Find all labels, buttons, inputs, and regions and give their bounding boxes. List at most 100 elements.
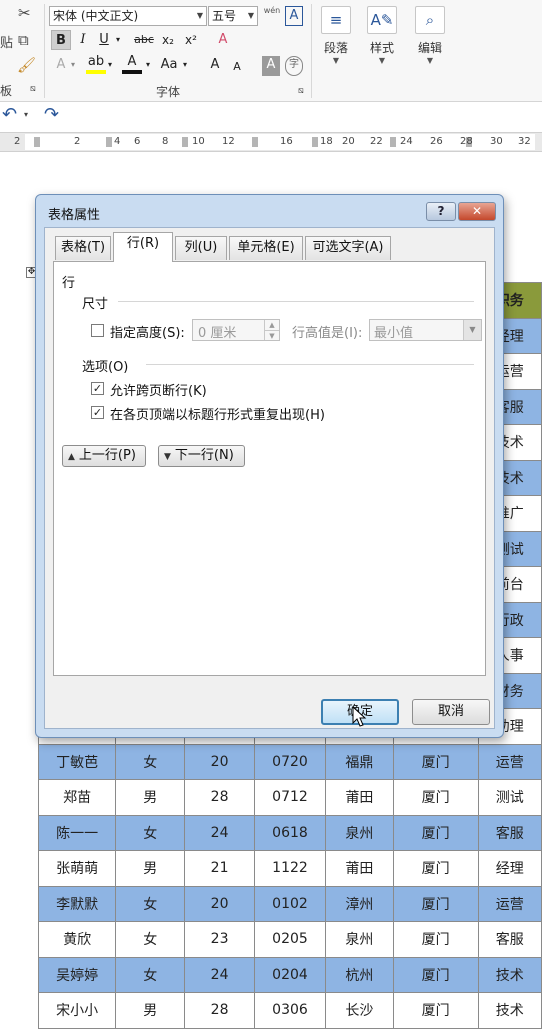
table-cell[interactable]: 0720 [253,743,327,780]
bold-button[interactable]: B [51,30,71,50]
table-cell[interactable]: 女 [115,956,186,993]
table-cell[interactable]: 20 [184,743,255,780]
ruler-column-marker[interactable] [390,137,396,147]
table-cell[interactable]: 0102 [253,885,327,922]
strikethrough-button[interactable]: abc [133,30,155,50]
chevron-down-icon[interactable]: ▾ [143,55,153,75]
table-cell[interactable]: 技术 [477,956,542,993]
chevron-down-icon[interactable]: ▾ [24,110,28,119]
font-name-combo[interactable]: 宋体 (中文正文) ▼ [49,6,207,26]
table-cell[interactable]: 厦门 [392,743,479,780]
table-cell[interactable]: 21 [184,850,255,887]
ruler-column-marker[interactable] [312,137,318,147]
row-height-spinner[interactable]: 0 厘米 ▲ ▼ [192,319,280,341]
font-color-button[interactable]: A [122,54,142,74]
paste-label[interactable]: 贴 [0,32,13,51]
tab-alt-text[interactable]: 可选文字(A) [305,236,391,260]
allow-row-break-label[interactable]: 允许跨页断行(K) [110,380,207,399]
previous-row-button[interactable]: ▲ 上一行(P) [62,445,146,467]
table-cell[interactable]: 女 [115,921,186,958]
table-cell[interactable]: 厦门 [392,992,479,1029]
table-cell[interactable]: 长沙 [325,992,394,1029]
help-button[interactable]: ? [426,202,456,221]
table-cell[interactable]: 28 [184,992,255,1029]
tab-column[interactable]: 列(U) [175,236,227,260]
table-cell[interactable]: 厦门 [392,779,479,816]
tab-row[interactable]: 行(R) [113,232,173,262]
ruler-column-marker[interactable] [106,137,112,147]
table-cell[interactable]: 0306 [253,992,327,1029]
table-cell[interactable]: 黄欣 [37,921,117,958]
styles-button[interactable]: A✎ 样式 ▼ [362,6,402,65]
chevron-down-icon[interactable]: ▾ [113,30,123,50]
highlight-button[interactable]: ab [86,54,106,74]
tab-cell[interactable]: 单元格(E) [229,236,303,260]
table-cell[interactable]: 24 [184,814,255,851]
copy-icon[interactable]: ⧉ [18,31,29,49]
chevron-down-icon[interactable]: ▾ [105,55,115,75]
dialog-launcher-icon[interactable]: ⧅ [298,86,304,96]
table-cell[interactable]: 厦门 [392,921,479,958]
table-cell[interactable]: 厦门 [392,850,479,887]
table-cell[interactable]: 男 [115,992,186,1029]
ruler-column-marker[interactable] [182,137,188,147]
repeat-header-label[interactable]: 在各页顶端以标题行形式重复出现(H) [110,404,325,423]
table-cell[interactable]: 李默默 [37,885,117,922]
underline-button[interactable]: U [95,30,113,50]
table-cell[interactable]: 泉州 [325,814,394,851]
table-cell[interactable]: 运营 [477,885,542,922]
table-cell[interactable]: 1122 [253,850,327,887]
grow-font-button[interactable]: A [206,55,224,75]
table-cell[interactable]: 郑苗 [37,779,117,816]
table-cell[interactable]: 丁敏芭 [37,743,117,780]
table-cell[interactable]: 女 [115,814,186,851]
chevron-down-icon[interactable]: ▾ [68,55,78,75]
spin-up-icon[interactable]: ▲ [264,320,279,330]
table-cell[interactable]: 厦门 [392,814,479,851]
table-cell[interactable]: 0204 [253,956,327,993]
ruler-column-marker[interactable] [34,137,40,147]
table-cell[interactable]: 厦门 [392,956,479,993]
specify-height-checkbox[interactable] [91,324,104,337]
table-cell[interactable]: 客服 [477,921,542,958]
paragraph-button[interactable]: ≡ 段落 ▼ [316,6,356,65]
table-cell[interactable]: 24 [184,956,255,993]
table-cell[interactable]: 泉州 [325,921,394,958]
subscript-button[interactable]: x₂ [158,30,178,50]
table-cell[interactable]: 23 [184,921,255,958]
format-painter-icon[interactable]: 🖌 [17,56,36,74]
table-cell[interactable]: 张萌萌 [37,850,117,887]
table-cell[interactable]: 福鼎 [325,743,394,780]
allow-row-break-checkbox[interactable]: ✓ [91,382,104,395]
dialog-launcher-icon[interactable]: ⧅ [30,84,36,94]
spin-down-icon[interactable]: ▼ [264,330,279,340]
table-cell[interactable]: 男 [115,779,186,816]
editing-button[interactable]: ⌕ 编辑 ▼ [410,6,450,65]
table-cell[interactable]: 28 [184,779,255,816]
italic-button[interactable]: I [74,30,92,50]
table-cell[interactable]: 厦门 [392,885,479,922]
close-button[interactable]: ✕ [458,202,496,221]
table-cell[interactable]: 0205 [253,921,327,958]
redo-icon[interactable]: ↷ [44,104,59,125]
table-cell[interactable]: 技术 [477,992,542,1029]
chevron-down-icon[interactable]: ▾ [180,55,190,75]
table-cell[interactable]: 测试 [477,779,542,816]
enclose-chars-button[interactable]: 字 [285,56,303,76]
superscript-button[interactable]: x² [181,30,201,50]
change-case-button[interactable]: Aa [158,55,180,75]
repeat-header-checkbox[interactable]: ✓ [91,406,104,419]
table-cell[interactable]: 莆田 [325,850,394,887]
font-size-combo[interactable]: 五号 ▼ [208,6,258,26]
char-border-button[interactable]: A [285,6,303,26]
table-cell[interactable]: 杭州 [325,956,394,993]
specify-height-label[interactable]: 指定高度(S): [110,322,185,341]
table-cell[interactable]: 莆田 [325,779,394,816]
undo-icon[interactable]: ↶ [2,104,17,125]
table-cell[interactable]: 经理 [477,850,542,887]
cut-icon[interactable]: ✂ [18,4,31,22]
char-shading-button[interactable]: A [262,56,280,76]
next-row-button[interactable]: ▼ 下一行(N) [158,445,245,467]
ruler-column-marker[interactable] [252,137,258,147]
table-cell[interactable]: 吴婷婷 [37,956,117,993]
